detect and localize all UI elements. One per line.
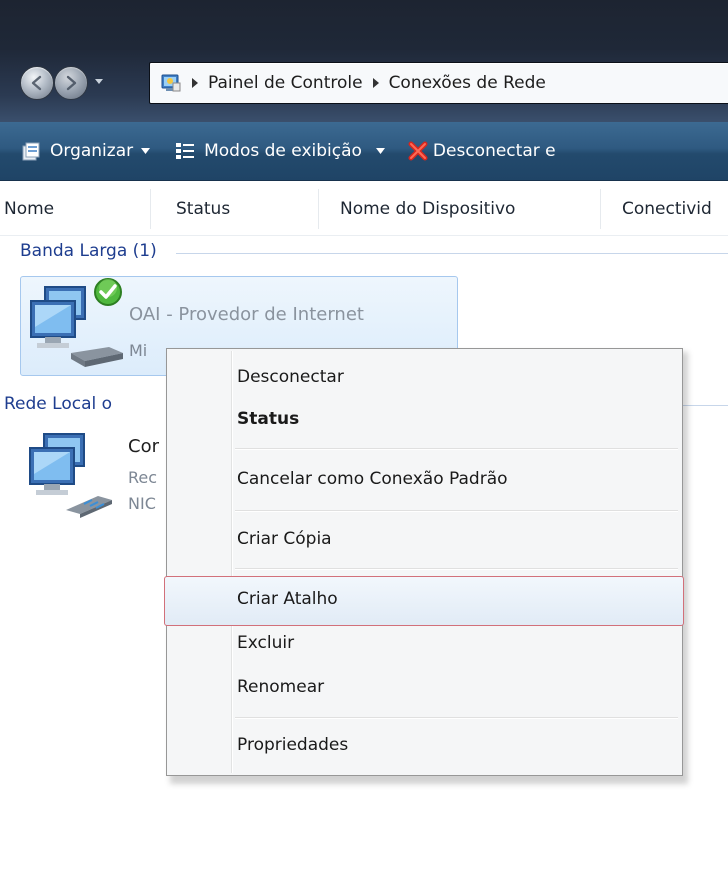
breadcrumb-network-connections[interactable]: Conexões de Rede bbox=[389, 73, 546, 93]
menu-item-create-copy[interactable]: Criar Cópia bbox=[237, 529, 332, 549]
group-divider bbox=[683, 405, 728, 406]
window-titlebar: Painel de Controle Conexões de Rede bbox=[0, 0, 728, 122]
connection-device: NIC bbox=[128, 494, 156, 513]
group-header-broadband[interactable]: Banda Larga (1) bbox=[20, 241, 157, 261]
back-icon bbox=[31, 75, 42, 91]
connection-device: Mi bbox=[129, 341, 148, 360]
column-divider[interactable] bbox=[600, 189, 601, 229]
column-header-device-name[interactable]: Nome do Dispositivo bbox=[340, 199, 515, 219]
network-cable-icon bbox=[66, 496, 112, 518]
column-header-row: Nome Status Nome do Dispositivo Conectiv… bbox=[0, 181, 728, 236]
menu-separator bbox=[235, 510, 678, 512]
breadcrumb-arrow-icon bbox=[192, 78, 198, 88]
connection-name: Cor bbox=[128, 436, 159, 457]
command-toolbar: Organizar Modos de exibição Desconectar … bbox=[0, 122, 728, 181]
menu-separator bbox=[235, 717, 678, 719]
organize-button[interactable]: Organizar bbox=[20, 140, 151, 162]
context-menu: Desconectar Status Cancelar como Conexão… bbox=[164, 348, 684, 776]
column-header-name[interactable]: Nome bbox=[4, 199, 54, 219]
menu-icon-gutter bbox=[231, 351, 233, 773]
group-header-lan[interactable]: Rede Local o bbox=[4, 394, 112, 414]
views-label: Modos de exibição bbox=[204, 141, 362, 161]
breadcrumb-arrow-icon bbox=[372, 78, 379, 88]
column-header-connectivity[interactable]: Conectivid bbox=[622, 199, 712, 219]
network-computer-icon bbox=[29, 433, 112, 518]
connected-check-icon bbox=[94, 278, 122, 306]
control-panel-icon bbox=[161, 74, 181, 92]
column-header-status[interactable]: Status bbox=[176, 199, 230, 219]
address-bar[interactable]: Painel de Controle Conexões de Rede bbox=[149, 62, 728, 104]
menu-item-create-shortcut[interactable]: Criar Atalho bbox=[237, 589, 338, 609]
disconnect-icon bbox=[408, 141, 428, 161]
menu-item-rename[interactable]: Renomear bbox=[237, 677, 324, 697]
menu-separator bbox=[235, 568, 678, 570]
connection-item-lan[interactable]: Cor Rec NIC bbox=[20, 428, 180, 524]
connection-name: OAI - Provedor de Internet bbox=[129, 304, 364, 325]
menu-item-delete[interactable]: Excluir bbox=[237, 633, 294, 653]
forward-button[interactable] bbox=[54, 66, 88, 100]
organize-label: Organizar bbox=[50, 141, 134, 161]
column-divider[interactable] bbox=[150, 189, 151, 229]
menu-item-disconnect[interactable]: Desconectar bbox=[237, 367, 344, 387]
connection-status: Rec bbox=[128, 468, 158, 487]
views-button[interactable]: Modos de exibição bbox=[174, 140, 385, 162]
history-dropdown-icon[interactable] bbox=[93, 74, 105, 88]
disconnect-button[interactable]: Desconectar e bbox=[407, 140, 556, 162]
menu-separator bbox=[235, 448, 678, 450]
chevron-down-icon bbox=[375, 148, 385, 154]
back-button[interactable] bbox=[20, 66, 54, 100]
group-divider bbox=[176, 253, 728, 254]
menu-item-cancel-default[interactable]: Cancelar como Conexão Padrão bbox=[237, 469, 508, 489]
menu-item-status[interactable]: Status bbox=[237, 409, 299, 429]
organize-icon bbox=[22, 142, 40, 161]
column-divider[interactable] bbox=[318, 189, 319, 229]
forward-icon bbox=[66, 75, 77, 91]
views-icon bbox=[176, 143, 195, 159]
chevron-down-icon bbox=[141, 148, 151, 154]
disconnect-label: Desconectar e bbox=[432, 141, 556, 161]
breadcrumb-control-panel[interactable]: Painel de Controle bbox=[208, 73, 363, 93]
modem-icon bbox=[71, 347, 123, 367]
menu-item-properties[interactable]: Propriedades bbox=[237, 735, 348, 755]
